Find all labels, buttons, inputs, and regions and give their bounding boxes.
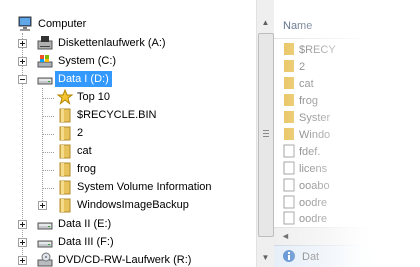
expand-icon[interactable] — [18, 238, 27, 247]
list-item[interactable]: Syster — [274, 110, 420, 127]
file-name: oodre — [299, 197, 328, 209]
folder-icon — [283, 93, 295, 107]
tree-item-floppy[interactable]: Diskettenlaufwerk (A:) — [0, 34, 256, 52]
file-icon — [283, 211, 295, 225]
grip-icon — [263, 130, 269, 131]
list-item[interactable]: frog — [274, 93, 420, 110]
tree-item-label: Diskettenlaufwerk (A:) — [58, 37, 166, 49]
tree-item-cat[interactable]: cat — [0, 142, 256, 160]
file-name: Windo — [299, 129, 331, 141]
expand-icon[interactable] — [38, 201, 47, 210]
list-item[interactable]: fdef. — [274, 144, 420, 161]
tree-item-top-10[interactable]: Top 10 — [0, 88, 256, 106]
tree-item-label: DVD/CD-RW-Laufwerk (R:) — [58, 254, 192, 266]
computer-icon — [17, 16, 33, 32]
navigation-pane: Computer Diskettenlaufwerk (A:) System (… — [0, 0, 256, 267]
floppy-drive-icon — [37, 35, 53, 51]
column-header-label: Name — [283, 20, 313, 32]
file-name: cat — [299, 78, 314, 90]
info-icon — [282, 249, 296, 263]
tree-item-dvd-drive[interactable]: DVD/CD-RW-Laufwerk (R:) — [0, 251, 256, 267]
scroll-left-button[interactable]: ◄ — [278, 229, 293, 244]
hard-drive-icon — [37, 234, 53, 250]
folder-icon — [57, 197, 73, 213]
list-item[interactable]: licens — [274, 161, 420, 178]
list-item[interactable]: ooabo — [274, 178, 420, 195]
grip-icon — [263, 136, 269, 137]
tree-item-windowsimagebackup[interactable]: WindowsImageBackup — [0, 196, 256, 214]
tree-item-label: frog — [77, 163, 96, 175]
tree-item-data-ii[interactable]: Data II (E:) — [0, 215, 256, 233]
tree-item-label: 2 — [77, 127, 84, 139]
list-item[interactable]: $RECY — [274, 42, 420, 59]
expand-icon[interactable] — [18, 39, 27, 48]
tree-item-label: Data III (F:) — [58, 236, 114, 248]
folder-icon — [57, 143, 73, 159]
list-item[interactable]: oodre — [274, 211, 420, 228]
folder-icon — [283, 76, 295, 90]
tree-item-frog[interactable]: frog — [0, 160, 256, 178]
folder-icon — [57, 161, 73, 177]
grip-icon — [263, 133, 269, 134]
file-name: frog — [299, 95, 318, 107]
file-name: Syster — [299, 112, 331, 124]
folder-icon — [283, 59, 295, 73]
tree-item-label: WindowsImageBackup — [77, 199, 189, 211]
folder-icon — [57, 125, 73, 141]
folder-icon — [283, 42, 295, 56]
file-name: fdef. — [299, 146, 321, 158]
file-name: ooabo — [299, 180, 330, 192]
folder-icon — [283, 127, 295, 141]
tree-item-label: Data I (D:) — [58, 73, 109, 85]
tree-item-data-i[interactable]: Data I (D:) — [0, 70, 256, 88]
tree-item-system-volume-information[interactable]: System Volume Information — [0, 178, 256, 196]
tree-item-computer[interactable]: Computer — [0, 15, 256, 33]
folder-tree: Computer Diskettenlaufwerk (A:) System (… — [0, 0, 256, 267]
file-icon — [283, 144, 295, 158]
file-icon — [283, 161, 295, 175]
folder-icon — [57, 179, 73, 195]
tree-item-label: cat — [77, 145, 92, 157]
file-name: $RECY — [299, 44, 336, 56]
tree-item-data-iii[interactable]: Data III (F:) — [0, 233, 256, 251]
folder-icon — [57, 107, 73, 123]
file-icon — [283, 178, 295, 192]
file-icon — [283, 195, 295, 209]
details-text: Dat — [302, 251, 320, 263]
tree-item-system[interactable]: System (C:) — [0, 52, 256, 70]
collapse-icon[interactable] — [18, 75, 27, 84]
system-drive-icon — [37, 53, 53, 69]
list-item[interactable]: oodre — [274, 195, 420, 212]
tree-item-label: System (C:) — [58, 55, 117, 67]
file-list-horizontal-scrollbar[interactable]: ◄ — [274, 227, 420, 245]
tree-item-label: Computer — [38, 18, 87, 30]
file-list-pane: Name $RECY 2 cat frog Syster Windo fdef.… — [274, 0, 420, 267]
tree-item-label: $RECYCLE.BIN — [77, 109, 157, 121]
file-name: licens — [299, 163, 328, 175]
scrollbar-thumb[interactable] — [258, 33, 274, 237]
tree-item-recycle-bin[interactable]: $RECYCLE.BIN — [0, 106, 256, 124]
expand-icon[interactable] — [18, 220, 27, 229]
list-item[interactable]: Windo — [274, 127, 420, 144]
folder-icon — [283, 110, 295, 124]
column-header-name[interactable]: Name — [274, 14, 420, 39]
hard-drive-icon — [37, 71, 53, 87]
dvd-drive-icon — [37, 252, 53, 267]
file-name: 2 — [299, 61, 306, 73]
hard-drive-icon — [37, 216, 53, 232]
list-item[interactable]: 2 — [274, 59, 420, 76]
tree-vertical-scrollbar[interactable]: ▲ ▼ — [256, 0, 274, 267]
expand-icon[interactable] — [18, 256, 27, 265]
tree-item-2[interactable]: 2 — [0, 124, 256, 142]
tree-item-label: System Volume Information — [77, 181, 212, 193]
file-name: oodre — [299, 213, 328, 225]
star-folder-icon — [56, 88, 74, 105]
tree-item-label: Top 10 — [77, 91, 111, 103]
scroll-down-button[interactable]: ▼ — [258, 250, 273, 265]
tree-item-label: Data II (E:) — [58, 218, 112, 230]
list-item[interactable]: cat — [274, 76, 420, 93]
scroll-up-button[interactable]: ▲ — [258, 15, 273, 30]
expand-icon[interactable] — [18, 57, 27, 66]
details-pane: Dat — [274, 245, 420, 267]
